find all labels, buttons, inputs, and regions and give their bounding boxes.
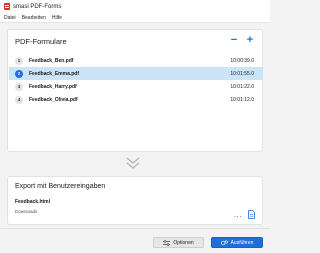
menu-bearbeiten[interactable]: Bearbeiten [22,15,46,21]
file-number-badge: 4 [15,95,23,104]
pdf-forms-panel: PDF-Formulare − + 1 Feedback_Ben.pdf 10:… [7,29,263,152]
file-name: Feedback_Ben.pdf [29,57,74,64]
menu-datei[interactable]: Datei [4,15,16,21]
file-number-badge: 1 [15,56,23,65]
file-name: Feedback_Olivia.pdf [29,96,78,103]
run-gears-icon [220,239,228,245]
run-label: Ausführen [230,239,254,246]
file-name: Feedback_Emma.pdf [29,70,80,77]
file-time: 10:00:39.0 [230,57,254,64]
menu-bar: Datei Bearbeiten Hilfe [0,13,270,23]
browse-more-button[interactable]: ... [234,210,242,218]
pdf-file-list: 1 Feedback_Ben.pdf 10:00:39.0 2 Feedback… [9,54,263,106]
export-folder: Downloads [15,209,38,214]
file-row-1[interactable]: 1 Feedback_Ben.pdf 10:00:39.0 [9,54,263,67]
pdf-forms-actions: − + [229,35,255,46]
export-panel: Export mit Benutzereingaben Feedback.htm… [7,176,263,225]
footer-bar: Optionen Ausführen [0,228,270,253]
window-title: smasi PDF-Forms [13,3,62,10]
file-row-4[interactable]: 4 Feedback_Olivia.pdf 10:01:12.0 [9,93,263,106]
pdf-forms-title: PDF-Formulare [15,37,67,46]
file-number-badge: 3 [15,82,23,91]
export-file-name: Feedback.html [15,199,51,205]
export-title: Export mit Benutzereingaben [15,183,106,190]
file-time: 10:01:12.0 [230,96,254,103]
file-name: Feedback_Harry.pdf [29,83,77,90]
options-label: Optionen [173,239,194,246]
remove-file-button[interactable]: − [229,35,239,46]
menu-hilfe[interactable]: Hilfe [52,15,62,21]
options-button[interactable]: Optionen [153,237,204,248]
file-row-2[interactable]: 2 Feedback_Emma.pdf 10:01:55.0 [9,67,263,80]
double-chevron-down-icon [126,157,140,169]
file-number-badge: 2 [15,69,23,78]
file-row-3[interactable]: 3 Feedback_Harry.pdf 10:01:22.0 [9,80,263,93]
run-button[interactable]: Ausführen [211,237,263,248]
file-time: 10:01:55.0 [230,70,254,77]
pdf-app-icon [4,3,10,10]
export-actions: ... [234,210,255,219]
sliders-icon [163,239,171,246]
document-icon[interactable] [248,210,255,219]
file-time: 10:01:22.0 [230,83,254,90]
add-file-button[interactable]: + [245,35,255,46]
title-bar: smasi PDF-Forms [0,0,270,13]
